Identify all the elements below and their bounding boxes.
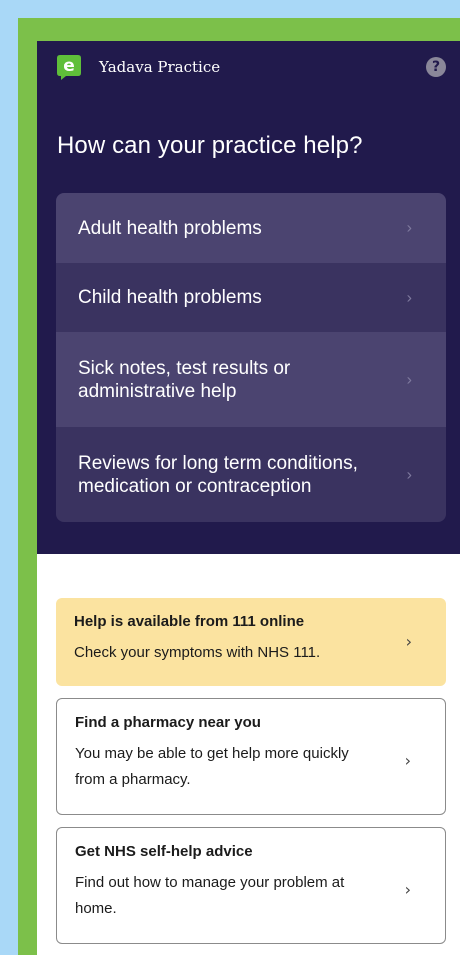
econsult-logo-icon: e	[57, 55, 81, 80]
practice-name: Yadava Practice	[99, 58, 221, 76]
self-help-card[interactable]: Get NHS self-help advice Find out how to…	[56, 827, 446, 944]
pharmacy-card[interactable]: Find a pharmacy near you You may be able…	[56, 698, 446, 815]
logo-letter: e	[63, 56, 75, 76]
chevron-right-icon: ›	[404, 751, 411, 770]
chevron-right-icon: ›	[405, 632, 412, 651]
chevron-right-icon: ›	[406, 371, 412, 388]
page-title: How can your practice help?	[57, 132, 363, 159]
header-panel: e Yadava Practice ? How can your practic…	[37, 41, 460, 554]
card-title: Get NHS self-help advice	[75, 843, 253, 860]
menu-item-label: Sick notes, test results or administrati…	[78, 357, 291, 402]
menu-item-label: Adult health problems	[78, 217, 262, 239]
menu-item-label: Child health problems	[78, 287, 262, 308]
card-description: You may be able to get help more quickly…	[75, 745, 349, 788]
menu-item-label: Reviews for long term conditions, medica…	[78, 452, 358, 497]
chevron-right-icon: ›	[404, 880, 411, 899]
menu-item-adult-health[interactable]: Adult health problems ›	[56, 193, 446, 263]
help-circle-icon[interactable]: ?	[426, 57, 446, 77]
help-menu: Adult health problems › Child health pro…	[56, 193, 446, 522]
card-description: Find out how to manage your problem at h…	[75, 874, 345, 917]
card-title: Help is available from 111 online	[74, 613, 305, 630]
menu-item-reviews[interactable]: Reviews for long term conditions, medica…	[56, 427, 446, 522]
card-description: Check your symptoms with NHS 111.	[74, 644, 321, 661]
chevron-right-icon: ›	[406, 466, 412, 483]
menu-item-child-health[interactable]: Child health problems ›	[56, 263, 446, 332]
app-screen: e Yadava Practice ? How can your practic…	[37, 41, 460, 955]
menu-item-admin-help[interactable]: Sick notes, test results or administrati…	[56, 332, 446, 427]
chevron-right-icon: ›	[406, 289, 412, 306]
nhs111-card[interactable]: Help is available from 111 online Check …	[56, 598, 446, 686]
card-title: Find a pharmacy near you	[75, 714, 261, 731]
chevron-right-icon: ›	[406, 219, 412, 237]
